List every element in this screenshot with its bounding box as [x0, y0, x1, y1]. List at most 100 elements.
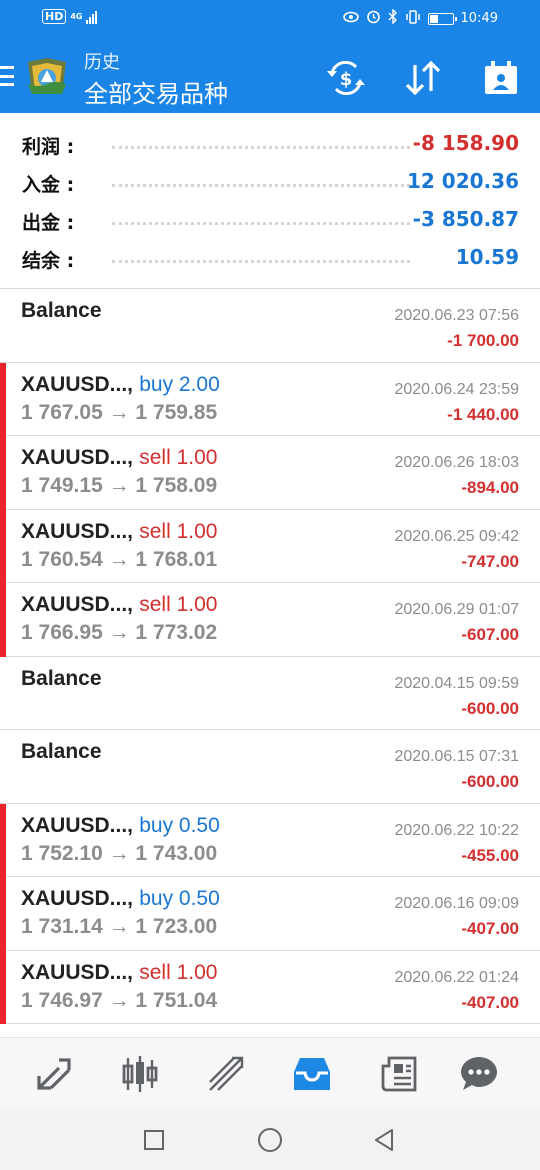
dotted-leader: [112, 184, 410, 187]
deal-side: sell 1.00: [139, 593, 218, 616]
chat-icon[interactable]: [457, 1052, 501, 1096]
summary-label: 结余 :: [22, 250, 75, 272]
deal-profit: -600.00: [461, 698, 519, 718]
loss-flag: [0, 583, 6, 657]
deal-profit: -747.00: [461, 551, 519, 571]
loss-flag: [0, 950, 6, 1024]
summary-value: 10.59: [455, 245, 519, 269]
deal-prices: 1 731.14 → 1 723.00: [21, 915, 218, 938]
trade-row[interactable]: XAUUSD..., sell 1.00 1 746.97 → 1 751.04 2…: [0, 950, 540, 1024]
summary-value: -3 850.87: [412, 207, 519, 231]
currency-exchange-icon[interactable]: $: [326, 58, 366, 98]
deal-symbol: XAUUSD...,: [21, 593, 134, 616]
loss-flag: [0, 362, 6, 436]
history-list: Balance 2020.06.23 07:56 -1 700.00 XAUUSD..…: [0, 289, 540, 1024]
deal-header: XAUUSD..., sell 1.00: [21, 961, 217, 985]
deal-symbol: XAUUSD...,: [21, 813, 134, 837]
system-nav-bar: [0, 1109, 540, 1170]
deal-time: 2020.04.15 09:59: [394, 674, 519, 692]
trade-row[interactable]: XAUUSD..., buy 0.50 1 752.10 → 1 743.00 20…: [0, 803, 540, 877]
history-icon[interactable]: [290, 1052, 334, 1096]
balance-row[interactable]: Balance 2020.06.15 07:31 -600.00: [0, 730, 540, 804]
deal-profit: -407.00: [461, 992, 519, 1012]
alarm-icon: [366, 9, 381, 28]
deal-time: 2020.06.22 01:24: [394, 968, 519, 986]
page-subtitle: 历史: [84, 52, 120, 73]
deal-time: 2020.06.15 07:31: [394, 748, 519, 765]
signal-icon: [86, 10, 98, 24]
dotted-leader: [112, 260, 410, 263]
deal-prices: 1 749.15 → 1 758.09: [21, 474, 218, 497]
deal-time: 2020.06.23 07:56: [394, 307, 519, 324]
trade-row[interactable]: XAUUSD..., sell 1.00 1 760.54 → 1 768.01 2…: [0, 509, 540, 583]
deal-profit: -894.00: [461, 478, 519, 497]
deal-header: Balance: [21, 667, 102, 691]
deal-header: XAUUSD..., buy 0.50: [21, 887, 220, 911]
deal-header: XAUUSD..., buy 2.00: [21, 373, 220, 397]
menu-icon[interactable]: [0, 66, 14, 86]
deal-time: 2020.06.25 09:42: [394, 527, 519, 545]
deal-symbol: XAUUSD...,: [21, 887, 134, 910]
deal-prices: 1 766.95 → 1 773.02: [21, 621, 218, 644]
deal-profit: -407.00: [461, 919, 519, 938]
vibrate-icon: [405, 9, 421, 28]
deal-time: 2020.06.22 10:22: [394, 821, 519, 839]
recents-icon[interactable]: [140, 1126, 168, 1154]
deal-prices: 1 767.05 → 1 759.85: [21, 400, 218, 424]
back-icon[interactable]: [370, 1126, 398, 1154]
deal-side: sell 1.00: [139, 960, 218, 984]
battery-icon: [427, 12, 457, 25]
metatrader-logo: [24, 54, 70, 100]
deal-header: XAUUSD..., sell 1.00: [21, 593, 217, 617]
svg-text:$: $: [340, 69, 353, 90]
deal-side: sell 1.00: [139, 446, 218, 469]
chart-candles-icon[interactable]: [118, 1052, 162, 1096]
trade-icon[interactable]: [204, 1052, 248, 1096]
summary-label: 入金 :: [22, 174, 75, 196]
eye-icon: [342, 11, 359, 27]
loss-flag: [0, 509, 6, 583]
sort-icon[interactable]: [403, 58, 443, 98]
deal-prices: 1 760.54 → 1 768.01: [21, 547, 218, 571]
calendar-icon[interactable]: [481, 58, 521, 98]
deal-profit: -607.00: [461, 625, 519, 644]
deal-profit: -600.00: [461, 772, 519, 791]
deal-header: XAUUSD..., sell 1.00: [21, 446, 217, 470]
trade-row[interactable]: XAUUSD..., sell 1.00 1 749.15 → 1 758.09 2…: [0, 436, 540, 510]
trade-row[interactable]: XAUUSD..., buy 0.50 1 731.14 → 1 723.00 20…: [0, 877, 540, 951]
trade-row[interactable]: XAUUSD..., buy 2.00 1 767.05 → 1 759.85 20…: [0, 362, 540, 436]
app-bar: HD 4G 10:49 历史 全部交易品种 $: [0, 0, 540, 113]
deal-symbol: XAUUSD...,: [21, 519, 134, 543]
status-bar: HD 4G 10:49: [0, 0, 540, 38]
deal-time: 2020.06.29 01:07: [394, 601, 519, 618]
clock: 10:49: [460, 11, 498, 26]
balance-row[interactable]: Balance 2020.06.23 07:56 -1 700.00: [0, 289, 540, 363]
quotes-icon[interactable]: [33, 1052, 77, 1096]
news-icon[interactable]: [377, 1052, 421, 1096]
deal-title: Balance: [21, 740, 102, 763]
summary-panel: 利润 : -8 158.90 入金 : 12 020.36 出金 : -3 85…: [0, 125, 540, 277]
deal-time: 2020.06.16 09:09: [394, 895, 519, 912]
balance-row[interactable]: Balance 2020.04.15 09:59 -600.00: [0, 657, 540, 730]
deal-symbol: XAUUSD...,: [21, 960, 134, 984]
deal-header: Balance: [21, 299, 102, 323]
home-icon[interactable]: [256, 1126, 284, 1154]
dotted-leader: [112, 222, 410, 225]
deal-profit: -1 440.00: [447, 404, 519, 424]
loss-flag: [0, 877, 6, 951]
deal-symbol: XAUUSD...,: [21, 446, 134, 469]
dotted-leader: [112, 146, 410, 149]
summary-row-profit: 利润 : -8 158.90: [0, 125, 540, 163]
bottom-nav: [0, 1037, 540, 1109]
deal-side: buy 0.50: [139, 813, 220, 837]
trade-row[interactable]: XAUUSD..., sell 1.00 1 766.95 → 1 773.02 2…: [0, 583, 540, 657]
deal-side: sell 1.00: [139, 519, 218, 543]
summary-row-withdrawal: 出金 : -3 850.87: [0, 201, 540, 239]
page-title[interactable]: 全部交易品种: [84, 74, 228, 109]
deal-profit: -455.00: [461, 845, 519, 865]
deal-symbol: XAUUSD...,: [21, 372, 134, 396]
deal-header: Balance: [21, 740, 102, 764]
deal-title: Balance: [21, 666, 102, 690]
deal-prices: 1 752.10 → 1 743.00: [21, 841, 218, 865]
deal-time: 2020.06.26 18:03: [394, 454, 519, 471]
